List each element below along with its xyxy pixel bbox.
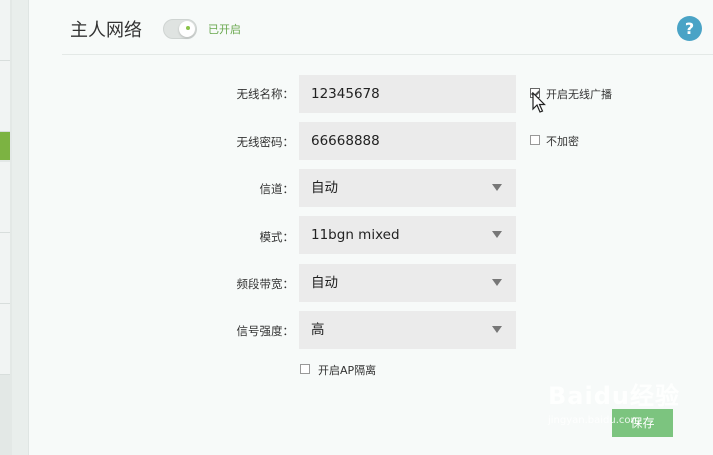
sidebar-segment[interactable] xyxy=(0,61,10,132)
sidebar-segment[interactable] xyxy=(0,0,10,61)
header-divider xyxy=(62,54,713,55)
toggle-status-text: 已开启 xyxy=(208,23,241,36)
page-title: 主人网络 xyxy=(70,20,142,41)
password-label: 无线密码： xyxy=(236,135,295,149)
mouse-cursor-icon xyxy=(532,92,546,113)
signal-label: 信号强度： xyxy=(236,324,295,338)
no-encrypt-checkbox[interactable] xyxy=(530,135,540,145)
network-toggle[interactable] xyxy=(163,19,197,39)
ssid-label: 无线名称： xyxy=(236,87,295,101)
watermark: Baidu经验 jingyan.baidu.com xyxy=(548,376,680,426)
watermark-brand: Baidu经验 xyxy=(548,382,680,410)
channel-label: 信道： xyxy=(259,182,295,196)
sidebar-active-indicator xyxy=(0,132,10,160)
help-icon[interactable]: ? xyxy=(677,16,702,41)
bandwidth-select[interactable]: 自动 xyxy=(299,264,516,302)
watermark-url: jingyan.baidu.com xyxy=(548,415,641,426)
signal-select[interactable]: 高 xyxy=(299,311,516,349)
ap-isolation-checkbox[interactable] xyxy=(300,364,310,374)
sidebar-segment[interactable] xyxy=(0,304,10,375)
channel-select[interactable]: 自动 xyxy=(299,169,516,207)
dropdown-arrow-icon xyxy=(492,326,502,333)
left-sidebar xyxy=(0,0,12,455)
mode-label: 模式： xyxy=(259,230,295,244)
bandwidth-label: 频段带宽： xyxy=(236,277,295,291)
toggle-on-dot xyxy=(186,26,190,30)
channel-value: 自动 xyxy=(311,180,338,196)
dropdown-arrow-icon xyxy=(492,231,502,238)
dropdown-arrow-icon xyxy=(492,184,502,191)
mode-select[interactable]: 11bgn mixed xyxy=(299,216,516,254)
no-encrypt-label: 不加密 xyxy=(546,135,579,148)
sidebar-segment[interactable] xyxy=(0,233,10,304)
sidebar-segment[interactable] xyxy=(0,162,10,233)
signal-value: 高 xyxy=(311,322,325,338)
mode-value: 11bgn mixed xyxy=(311,227,400,243)
ap-isolation-label: 开启AP隔离 xyxy=(318,364,377,377)
dropdown-arrow-icon xyxy=(492,279,502,286)
password-input[interactable]: 66668888 xyxy=(299,122,516,160)
broadcast-label: 开启无线广播 xyxy=(546,88,612,101)
bandwidth-value: 自动 xyxy=(311,275,338,291)
ssid-input[interactable]: 12345678 xyxy=(299,75,516,113)
